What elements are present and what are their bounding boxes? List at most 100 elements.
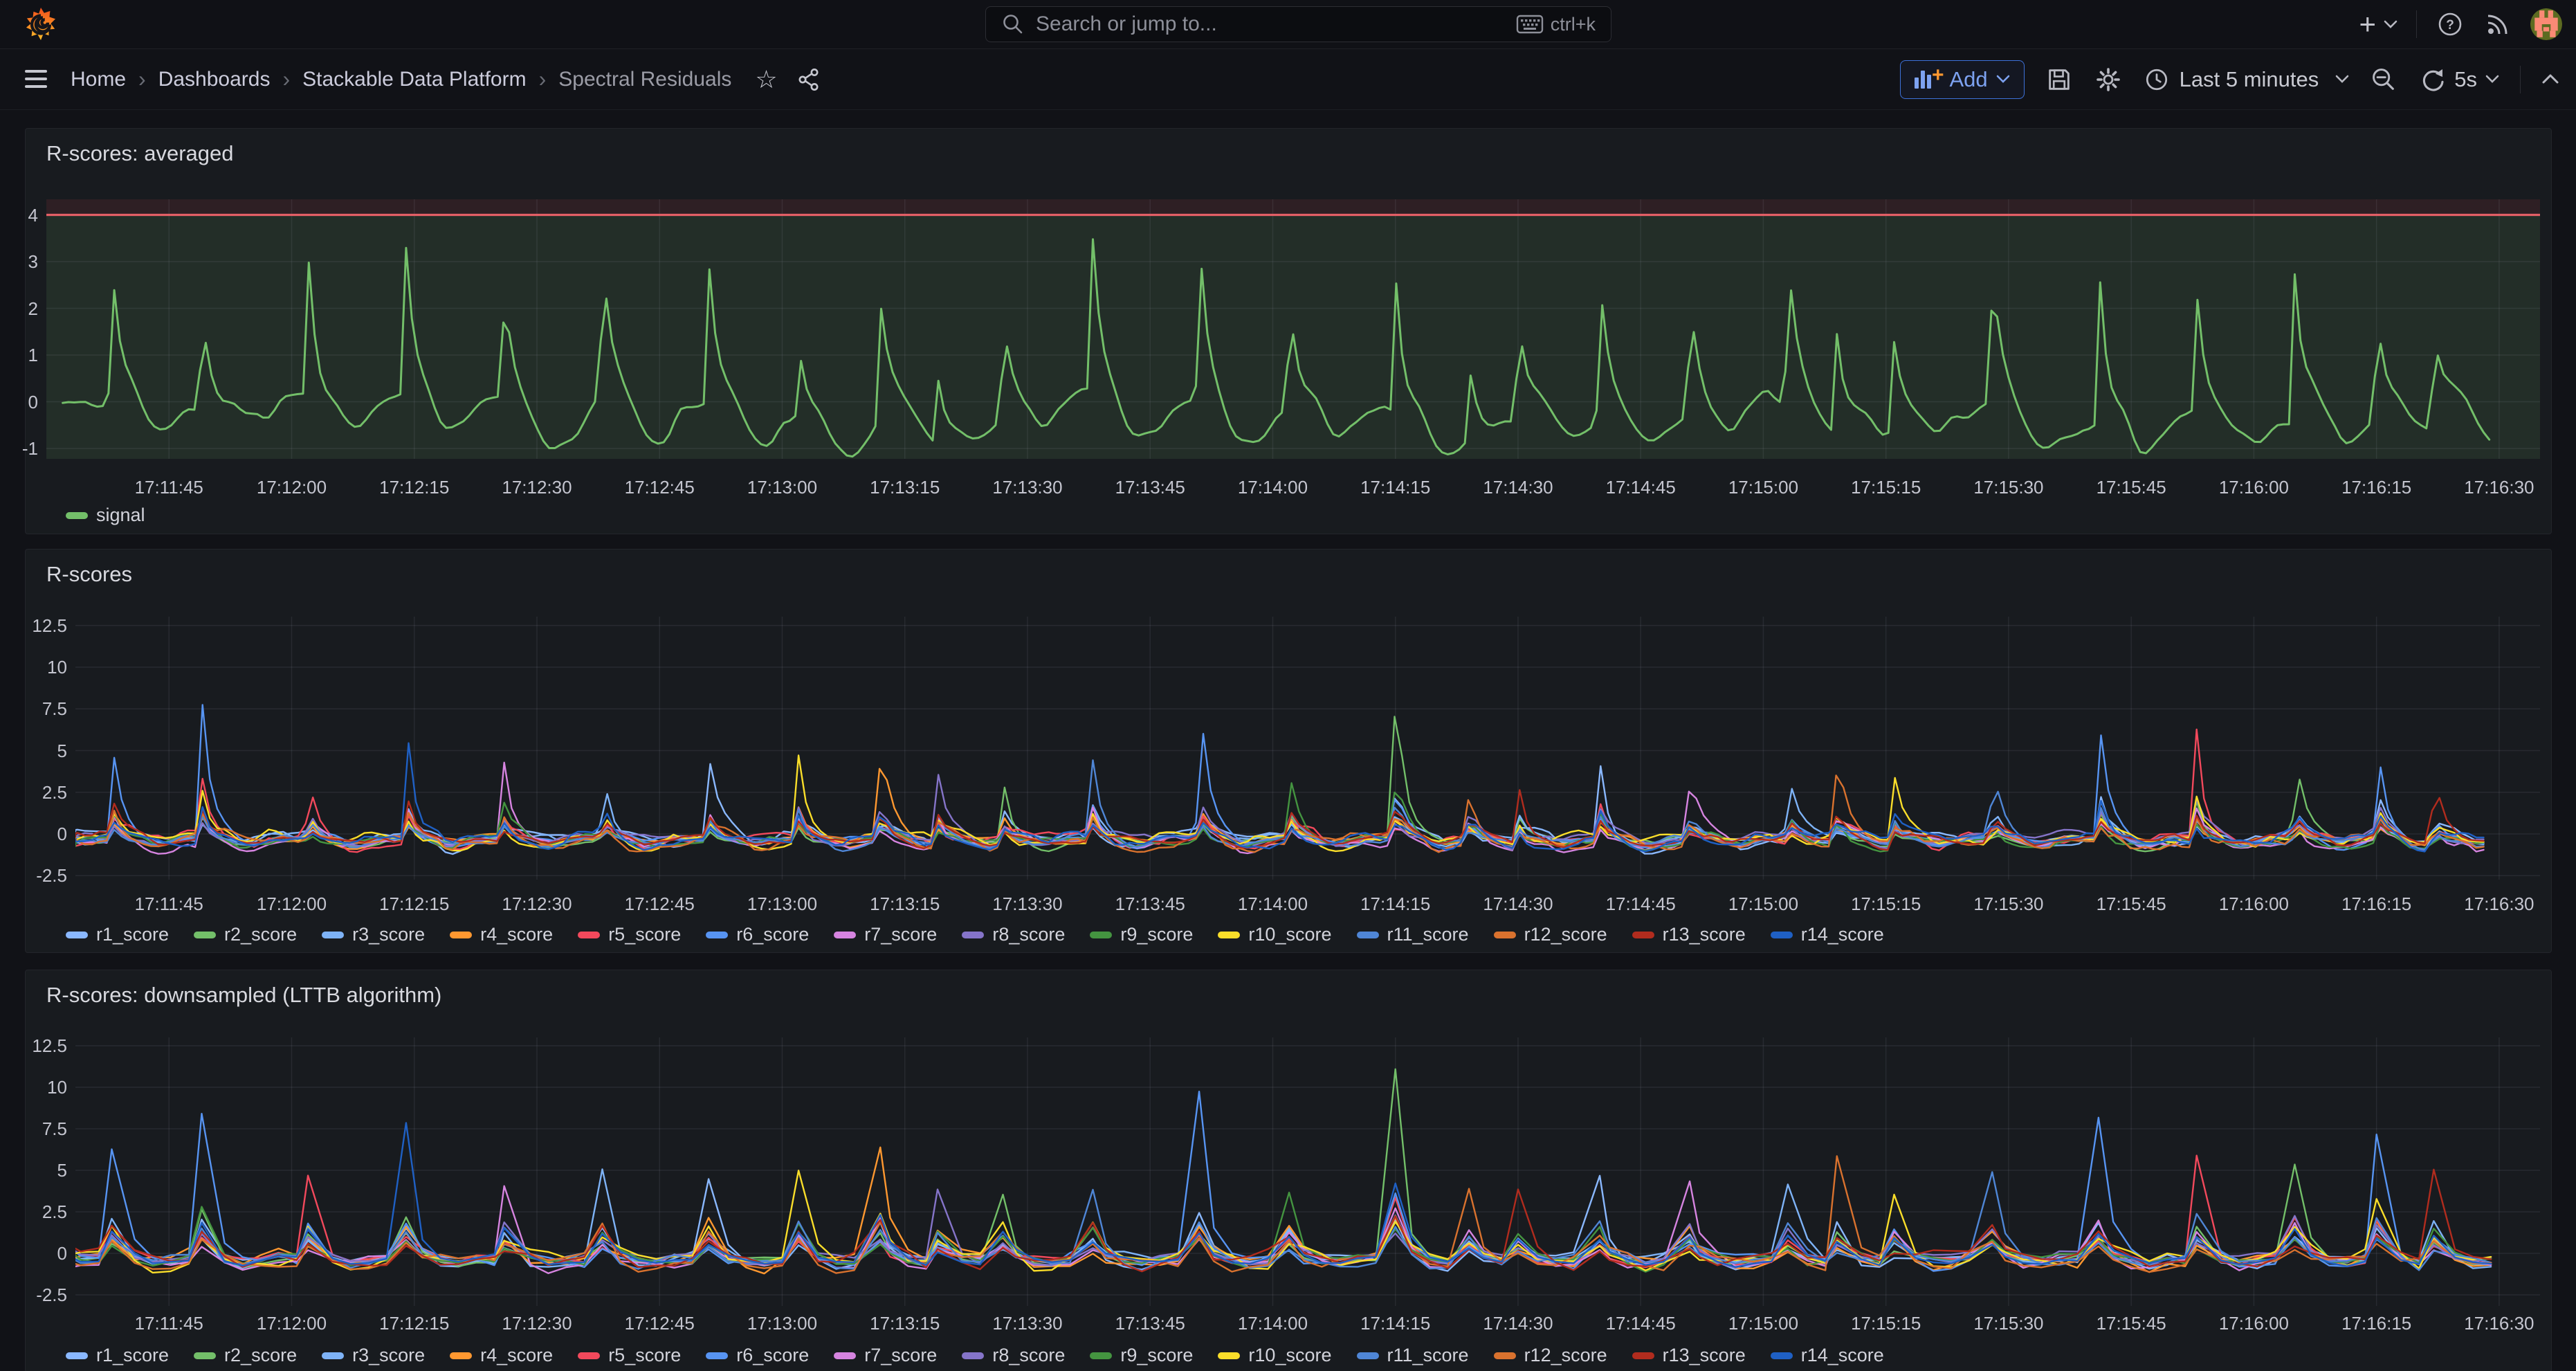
x-axis-tick-label: 17:13:15 xyxy=(846,477,964,498)
panel-title[interactable]: R-scores: downsampled (LTTB algorithm) xyxy=(46,983,441,1008)
save-dashboard-button[interactable] xyxy=(2045,66,2073,93)
legend-item-r7_score[interactable]: r7_score xyxy=(834,1345,937,1366)
legend-item-r11_score[interactable]: r11_score xyxy=(1357,1345,1469,1366)
y-axis-tick-label: 0 xyxy=(3,1243,67,1264)
legend: r1_score r2_score r3_score r4_score r5_score… xyxy=(66,1345,1884,1366)
y-axis-tick-label: 2 xyxy=(0,298,38,319)
legend-label: r7_score xyxy=(864,1345,937,1366)
legend-item-r13_score[interactable]: r13_score xyxy=(1632,924,1746,945)
legend-item-r11_score[interactable]: r11_score xyxy=(1357,924,1469,945)
plot-area[interactable] xyxy=(75,1037,2540,1306)
x-axis-tick-label: 17:12:30 xyxy=(478,477,596,498)
news-button[interactable] xyxy=(2483,10,2512,39)
help-button[interactable]: ? xyxy=(2435,9,2465,39)
zoom-out-time-button[interactable] xyxy=(2370,66,2397,93)
x-axis-tick-label: 17:13:30 xyxy=(969,893,1086,915)
legend: r1_score r2_score r3_score r4_score r5_score… xyxy=(66,924,1884,945)
x-axis-tick-label: 17:15:45 xyxy=(2072,893,2190,915)
legend-item-r13_score[interactable]: r13_score xyxy=(1632,1345,1746,1366)
legend-item-r2_score[interactable]: r2_score xyxy=(194,1345,297,1366)
legend-label: r11_score xyxy=(1387,924,1469,945)
legend-color-pill xyxy=(1771,932,1793,938)
x-axis-tick-label: 17:11:45 xyxy=(110,477,228,498)
x-axis-tick-label: 17:12:15 xyxy=(356,1313,473,1334)
legend-item-r14_score[interactable]: r14_score xyxy=(1771,1345,1884,1366)
legend-item-r10_score[interactable]: r10_score xyxy=(1218,924,1331,945)
series-line xyxy=(75,705,2484,850)
legend-item-r5_score[interactable]: r5_score xyxy=(578,924,681,945)
x-axis-tick-label: 17:14:15 xyxy=(1337,893,1454,915)
legend-item-r1_score[interactable]: r1_score xyxy=(66,1345,169,1366)
legend-item-r8_score[interactable]: r8_score xyxy=(962,1345,1065,1366)
breadcrumb-home[interactable]: Home xyxy=(71,68,126,91)
kiosk-mode-button[interactable] xyxy=(2541,73,2559,85)
legend-item-r12_score[interactable]: r12_score xyxy=(1494,924,1607,945)
menu-toggle-button[interactable] xyxy=(25,70,47,88)
time-range-picker[interactable]: Last 5 minutes xyxy=(2144,66,2350,93)
breadcrumb-separator: › xyxy=(282,66,290,92)
legend-item-r5_score[interactable]: r5_score xyxy=(578,1345,681,1366)
x-axis-tick-label: 17:11:45 xyxy=(110,893,228,915)
legend-item-r6_score[interactable]: r6_score xyxy=(706,924,809,945)
legend-item-r12_score[interactable]: r12_score xyxy=(1494,1345,1607,1366)
legend-color-pill xyxy=(1632,932,1654,938)
legend-item-r8_score[interactable]: r8_score xyxy=(962,924,1065,945)
x-axis-tick-label: 17:16:15 xyxy=(2318,1313,2436,1334)
x-axis-tick-label: 17:14:15 xyxy=(1337,1313,1454,1334)
new-menu-button[interactable]: + xyxy=(2359,10,2398,39)
add-panel-button[interactable]: + Add xyxy=(1900,60,2024,99)
breadcrumb-dashboards[interactable]: Dashboards xyxy=(158,68,271,91)
legend-item-r2_score[interactable]: r2_score xyxy=(194,924,297,945)
legend-item-r3_score[interactable]: r3_score xyxy=(322,924,425,945)
x-axis-tick-label: 17:12:00 xyxy=(232,893,350,915)
legend-label: r10_score xyxy=(1248,924,1331,945)
plot-area[interactable] xyxy=(46,199,2540,459)
legend-label: r12_score xyxy=(1524,924,1607,945)
share-icon[interactable] xyxy=(796,66,822,93)
legend-item-r3_score[interactable]: r3_score xyxy=(322,1345,425,1366)
legend-item-r4_score[interactable]: r4_score xyxy=(450,1345,553,1366)
breadcrumb-separator: › xyxy=(138,66,146,92)
plot-area[interactable] xyxy=(75,617,2540,880)
legend-label: r13_score xyxy=(1663,1345,1746,1366)
chevron-down-icon xyxy=(2335,75,2349,84)
refresh-controls[interactable]: 5s xyxy=(2418,66,2499,93)
save-icon xyxy=(2045,66,2073,93)
legend-label: r5_score xyxy=(608,1345,681,1366)
panel-title[interactable]: R-scores: averaged xyxy=(46,141,234,166)
x-axis-tick-label: 17:15:30 xyxy=(1950,477,2067,498)
panel-title[interactable]: R-scores xyxy=(46,562,132,587)
legend-color-pill xyxy=(834,932,856,938)
favorite-star-icon[interactable]: ☆ xyxy=(755,65,777,94)
legend-item-r4_score[interactable]: r4_score xyxy=(450,924,553,945)
legend-color-pill xyxy=(322,1352,344,1359)
divider xyxy=(2416,10,2417,38)
legend-label: r9_score xyxy=(1120,1345,1193,1366)
x-axis-tick-label: 17:14:45 xyxy=(1582,477,1699,498)
x-axis-tick-label: 17:14:00 xyxy=(1214,1313,1331,1334)
legend-item-r14_score[interactable]: r14_score xyxy=(1771,924,1884,945)
legend-label: r8_score xyxy=(992,924,1065,945)
x-axis-tick-label: 17:16:00 xyxy=(2195,893,2312,915)
legend-item-signal[interactable]: signal xyxy=(66,505,145,526)
legend-item-r10_score[interactable]: r10_score xyxy=(1218,1345,1331,1366)
legend-item-r6_score[interactable]: r6_score xyxy=(706,1345,809,1366)
legend-item-r7_score[interactable]: r7_score xyxy=(834,924,937,945)
user-avatar[interactable] xyxy=(2530,8,2562,40)
breadcrumb-folder[interactable]: Stackable Data Platform xyxy=(302,68,526,91)
x-axis-tick-label: 17:12:30 xyxy=(478,893,596,915)
y-axis-tick-label: 12.5 xyxy=(3,615,67,636)
x-axis-tick-label: 17:12:45 xyxy=(601,1313,718,1334)
legend-item-r1_score[interactable]: r1_score xyxy=(66,924,169,945)
shortcut-label: ctrl+k xyxy=(1551,14,1596,35)
legend-item-r9_score[interactable]: r9_score xyxy=(1090,1345,1193,1366)
legend-item-r9_score[interactable]: r9_score xyxy=(1090,924,1193,945)
grafana-logo[interactable] xyxy=(25,7,57,42)
dashboard-settings-button[interactable] xyxy=(2094,65,2123,94)
x-axis-tick-label: 17:16:30 xyxy=(2440,1313,2558,1334)
refresh-icon xyxy=(2418,66,2446,93)
x-axis-tick-label: 17:15:15 xyxy=(1827,893,1945,915)
x-axis-tick-label: 17:13:15 xyxy=(846,893,964,915)
x-axis-tick-label: 17:15:15 xyxy=(1827,1313,1945,1334)
search-input[interactable]: Search or jump to... ctrl+k xyxy=(985,6,1611,42)
